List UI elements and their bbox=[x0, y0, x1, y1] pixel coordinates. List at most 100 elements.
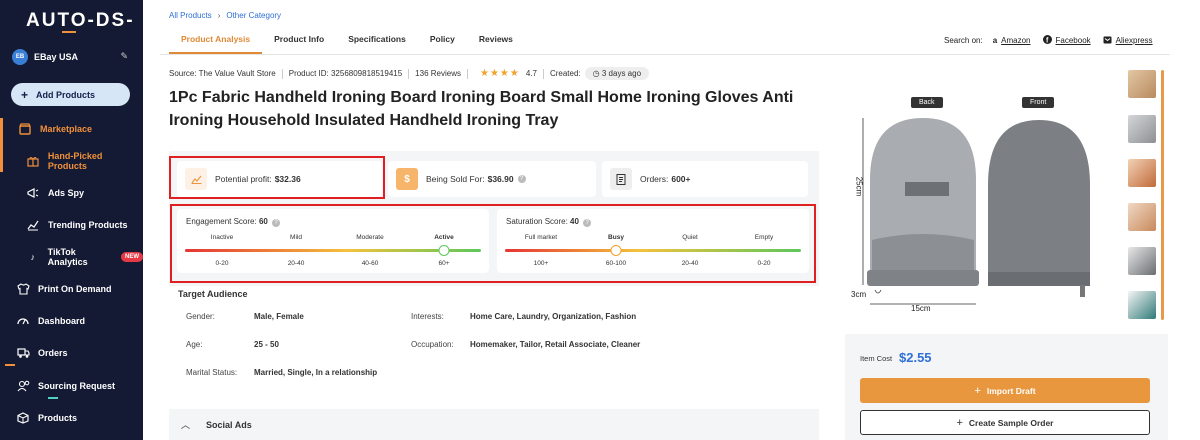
width-dimension: 15cm bbox=[911, 304, 931, 313]
plus-icon: + bbox=[956, 416, 963, 429]
sidebar-item-label: Trending Products bbox=[48, 220, 128, 230]
gender-value: Male, Female bbox=[254, 312, 304, 321]
add-products-button[interactable]: + Add Products bbox=[11, 83, 130, 106]
breadcrumb-current[interactable]: Other Category bbox=[226, 11, 281, 20]
sidebar-item-marketplace[interactable]: Marketplace bbox=[0, 119, 143, 139]
sidebar-item-tiktok[interactable]: ♪ TikTok Analytics NEW bbox=[0, 247, 143, 267]
rating-value: 4.7 bbox=[525, 69, 537, 78]
tab-product-analysis[interactable]: Product Analysis bbox=[169, 28, 263, 54]
product-image[interactable]: Back Front 25cm 15cm 3cm bbox=[845, 90, 1120, 320]
aliexpress-link[interactable]: Aliexpress bbox=[1116, 36, 1153, 45]
plus-icon: + bbox=[974, 384, 981, 397]
target-audience-title: Target Audience bbox=[178, 289, 248, 299]
product-title: 1Pc Fabric Handheld Ironing Board Ironin… bbox=[169, 89, 794, 129]
social-ads-label: Social Ads bbox=[206, 419, 252, 430]
box-icon bbox=[16, 411, 30, 425]
interests-label: Interests: bbox=[411, 312, 444, 321]
edit-icon[interactable]: ✎ bbox=[120, 51, 128, 62]
breadcrumb-root[interactable]: All Products bbox=[169, 11, 212, 20]
review-count: 136 Reviews bbox=[415, 69, 461, 78]
user-search-icon bbox=[16, 379, 30, 393]
highlight-box bbox=[169, 156, 385, 199]
age-label: Age: bbox=[186, 340, 203, 349]
thumbnail-5[interactable] bbox=[1128, 247, 1156, 275]
ironing-glove-illustration bbox=[862, 118, 1090, 305]
source-store: Source: The Value Vault Store bbox=[169, 69, 276, 78]
orders-label: Orders: bbox=[640, 174, 669, 184]
sidebar-item-label: Orders bbox=[38, 348, 68, 358]
tab-specifications[interactable]: Specifications bbox=[336, 28, 418, 54]
tab-reviews[interactable]: Reviews bbox=[467, 28, 525, 54]
create-sample-order-button[interactable]: + Create Sample Order bbox=[860, 410, 1150, 435]
new-badge: NEW bbox=[121, 252, 143, 262]
sidebar-item-label: Print On Demand bbox=[38, 284, 112, 294]
sidebar-item-label: Dashboard bbox=[38, 316, 86, 326]
item-cost-label: Item Cost bbox=[860, 354, 893, 363]
tab-product-info[interactable]: Product Info bbox=[262, 28, 336, 54]
truck-icon bbox=[16, 346, 30, 360]
sidebar-item-label: Products bbox=[38, 413, 78, 423]
thumbnail-1[interactable] bbox=[1128, 70, 1156, 98]
item-cost-value: $2.55 bbox=[899, 350, 932, 365]
thumbnail-3[interactable] bbox=[1128, 159, 1156, 187]
sidebar-item-label: Ads Spy bbox=[48, 188, 85, 198]
product-meta: Source: The Value Vault Store Product ID… bbox=[169, 67, 650, 80]
thumbnail-4[interactable] bbox=[1128, 203, 1156, 231]
trending-icon bbox=[26, 218, 40, 232]
sidebar-item-sourcing-request[interactable]: Sourcing Request bbox=[0, 376, 143, 396]
occupation-label: Occupation: bbox=[411, 340, 454, 349]
gauge-icon bbox=[16, 314, 30, 328]
create-sample-label: Create Sample Order bbox=[968, 417, 1054, 428]
sidebar-item-products[interactable]: Products bbox=[0, 408, 143, 428]
marital-label: Marital Status: bbox=[186, 368, 238, 377]
store-icon bbox=[18, 122, 32, 136]
sidebar-item-hand-picked[interactable]: Hand-Picked Products bbox=[0, 151, 143, 171]
logo-accent bbox=[62, 31, 76, 33]
marital-value: Married, Single, In a relationship bbox=[254, 368, 378, 377]
front-label: Front bbox=[1022, 97, 1055, 108]
sidebar-item-print-on-demand[interactable]: Print On Demand bbox=[0, 279, 143, 299]
app-logo[interactable]: AUTO-DS- bbox=[26, 10, 135, 32]
sidebar-item-trending[interactable]: Trending Products bbox=[0, 215, 143, 235]
height-dimension: 25cm bbox=[854, 176, 864, 197]
sold-for-card: $ Being Sold For: $36.90 ? bbox=[388, 161, 596, 197]
clock-icon: ◷ bbox=[592, 69, 600, 78]
highlight-box bbox=[170, 204, 816, 283]
chevron-right-icon: › bbox=[217, 11, 221, 20]
thumbnail-scrollbar[interactable] bbox=[1161, 70, 1164, 320]
search-on-label: Search on: bbox=[944, 36, 983, 45]
sidebar-marker bbox=[5, 364, 15, 366]
orders-value: 600+ bbox=[671, 174, 691, 184]
sidebar-item-label: Marketplace bbox=[40, 124, 93, 134]
breadcrumb: All Products › Other Category bbox=[169, 11, 281, 20]
age-value: 25 - 50 bbox=[254, 340, 279, 349]
help-icon[interactable]: ? bbox=[517, 175, 526, 183]
gender-label: Gender: bbox=[186, 312, 215, 321]
thumbnail-6[interactable] bbox=[1128, 291, 1156, 319]
tshirt-icon bbox=[16, 282, 30, 296]
tab-bar: Product Analysis Product Info Specificat… bbox=[169, 28, 525, 54]
tab-policy[interactable]: Policy bbox=[418, 28, 467, 54]
sidebar-item-ads-spy[interactable]: Ads Spy bbox=[0, 183, 143, 203]
add-products-label: Add Products bbox=[36, 89, 96, 100]
social-ads-section[interactable]: ︿ Social Ads bbox=[169, 409, 819, 440]
thumbnail-2[interactable] bbox=[1128, 115, 1156, 143]
sidebar-item-orders[interactable]: Orders bbox=[0, 343, 143, 363]
dollar-icon: $ bbox=[396, 168, 418, 190]
facebook-link[interactable]: Facebook bbox=[1056, 36, 1091, 45]
sidebar-item-label: Hand-Picked Products bbox=[47, 151, 103, 171]
sidebar-item-dashboard[interactable]: Dashboard bbox=[0, 311, 143, 331]
occupation-value: Homemaker, Tailor, Retail Associate, Cle… bbox=[470, 340, 641, 349]
store-badge: EB bbox=[12, 49, 28, 65]
product-id: Product ID: 3256809818519415 bbox=[288, 69, 403, 78]
plus-icon: + bbox=[21, 87, 29, 102]
aliexpress-icon bbox=[1103, 36, 1112, 46]
created-value: 3 days ago bbox=[601, 69, 642, 78]
chevron-up-icon[interactable]: ︿ bbox=[181, 418, 190, 431]
sidebar-item-label: TikTok Analytics bbox=[47, 247, 88, 267]
import-draft-button[interactable]: + Import Draft bbox=[860, 378, 1150, 403]
tiktok-icon: ♪ bbox=[30, 252, 36, 262]
store-selector[interactable]: EB EBay USA ✎ bbox=[12, 47, 132, 67]
amazon-link[interactable]: Amazon bbox=[1001, 36, 1030, 45]
orders-card: Orders: 600+ bbox=[602, 161, 808, 197]
